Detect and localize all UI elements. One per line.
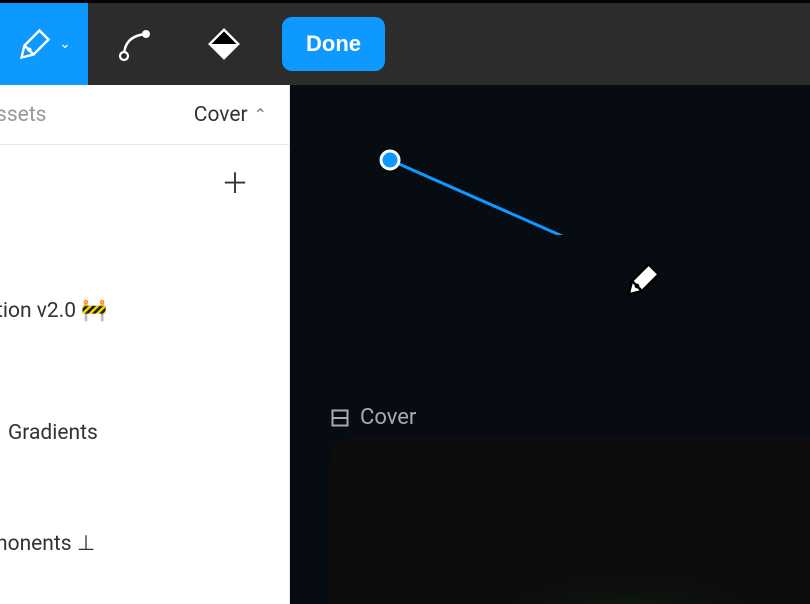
add-layer-button[interactable]: ＋	[221, 162, 249, 202]
pen-cursor-icon	[622, 261, 662, 305]
chevron-up-icon: ⌃	[254, 105, 267, 124]
done-button[interactable]: Done	[282, 17, 385, 71]
canvas[interactable]: Cover	[290, 85, 810, 604]
frame-label[interactable]: Cover	[330, 405, 416, 430]
toolbar: ⌄ Done	[0, 0, 810, 85]
gradient-fill	[330, 437, 810, 604]
bend-tool-button[interactable]	[96, 3, 176, 85]
vector-path[interactable]	[290, 85, 590, 235]
sidebar-item-components[interactable]: nonents ⊥	[0, 531, 289, 556]
frame-label-text: Cover	[360, 405, 416, 430]
pen-tool-button[interactable]: ⌄	[0, 3, 88, 85]
paint-bucket-icon	[205, 25, 243, 63]
sidebar-header: ssets Cover ⌃	[0, 85, 289, 145]
pen-icon	[17, 26, 53, 62]
bend-icon	[116, 24, 156, 64]
cover-frame[interactable]	[330, 437, 810, 604]
page-selector[interactable]: Cover ⌃	[194, 103, 267, 127]
sidebar-item-gradients[interactable]: Gradients	[0, 421, 289, 445]
chevron-down-icon[interactable]: ⌄	[59, 36, 71, 52]
paint-bucket-button[interactable]	[184, 3, 264, 85]
sidebar-add-row: ＋	[0, 145, 289, 219]
page-selector-label: Cover	[194, 103, 248, 127]
sidebar-item-version[interactable]: tion v2.0 🚧	[0, 299, 289, 323]
assets-tab[interactable]: ssets	[0, 103, 47, 127]
frame-icon	[330, 408, 350, 428]
sidebar: ssets Cover ⌃ ＋ tion v2.0 🚧 Gradients no…	[0, 85, 290, 604]
